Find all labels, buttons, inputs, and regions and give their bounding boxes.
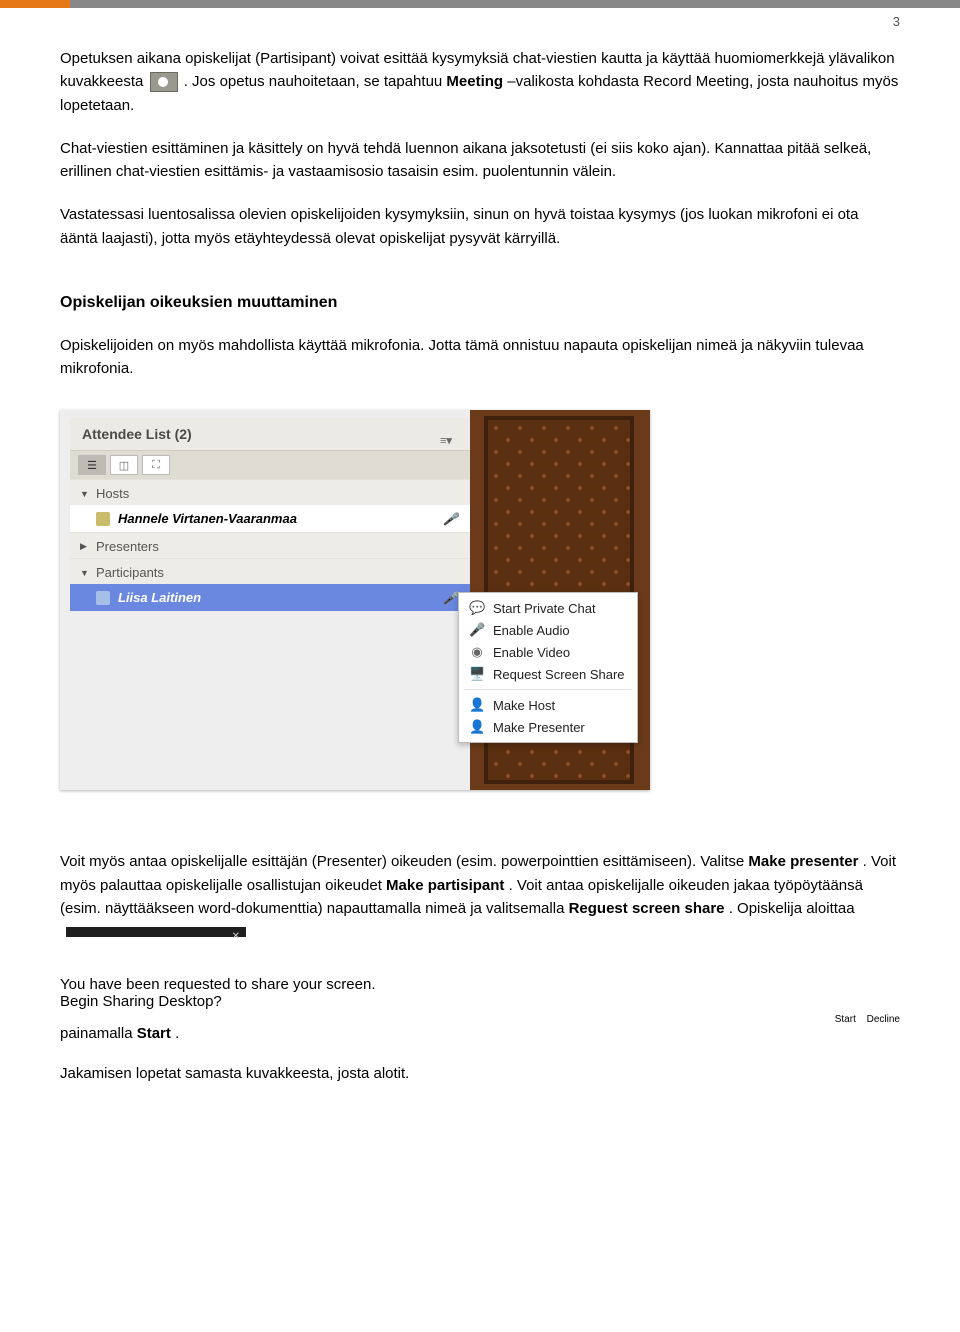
ctx-label: Enable Audio bbox=[493, 623, 570, 638]
status-toolbar-icon bbox=[150, 72, 178, 92]
chevron-down-icon: ▼ bbox=[80, 489, 90, 499]
share-popup-title: Begin Sharing Desktop? bbox=[60, 963, 900, 974]
header-bar bbox=[0, 0, 960, 8]
participant-row-selected[interactable]: Liisa Laitinen 🎤 bbox=[70, 584, 470, 611]
hosts-group-header[interactable]: ▼ Hosts bbox=[70, 479, 470, 505]
make-presenter-bold: Make presenter bbox=[748, 853, 858, 870]
chat-icon: 💬 bbox=[469, 600, 485, 616]
heading-rights: Opiskelijan oikeuksien muuttaminen bbox=[60, 294, 900, 312]
pod-title-text: Attendee List (2) bbox=[82, 426, 192, 442]
hosts-label: Hosts bbox=[96, 486, 129, 501]
view-grid-icon[interactable]: ◫ bbox=[110, 455, 138, 475]
presenter-icon: 👤 bbox=[469, 719, 485, 735]
context-menu: 💬 Start Private Chat 🎤 Enable Audio ◉ En… bbox=[458, 592, 638, 743]
share-popup-buttons: Start Decline bbox=[60, 1014, 900, 1025]
ctx-label: Make Host bbox=[493, 698, 555, 713]
share-popup-line1: You have been requested to share your sc… bbox=[60, 976, 900, 993]
ctx-make-host[interactable]: 👤 Make Host bbox=[459, 694, 637, 716]
page-number: 3 bbox=[60, 14, 900, 29]
view-toolbar: ☰ ◫ ⛶ bbox=[70, 451, 470, 479]
participant-name: Liisa Laitinen bbox=[118, 590, 201, 605]
ctx-enable-audio[interactable]: 🎤 Enable Audio bbox=[459, 619, 637, 641]
ctx-label: Enable Video bbox=[493, 645, 570, 660]
start-button[interactable]: Start bbox=[835, 1014, 856, 1025]
para5-e: painamalla bbox=[60, 1025, 137, 1042]
ctx-enable-video[interactable]: ◉ Enable Video bbox=[459, 641, 637, 663]
screen-share-icon: 🖥️ bbox=[469, 666, 485, 682]
share-popup-line2: Begin Sharing Desktop? bbox=[60, 993, 900, 1010]
microphone-icon: 🎤 bbox=[443, 591, 458, 605]
ctx-request-screen-share[interactable]: 🖥️ Request Screen Share bbox=[459, 663, 637, 685]
ctx-make-presenter[interactable]: 👤 Make Presenter bbox=[459, 716, 637, 738]
paragraph-5: Voit myös antaa opiskelijalle esittäjän … bbox=[60, 850, 900, 943]
para1-text-b: . Jos opetus nauhoitetaan, se tapahtuu bbox=[184, 73, 447, 90]
request-screen-share-bold: Reguest screen share bbox=[569, 900, 725, 917]
close-icon[interactable]: ✕ bbox=[232, 930, 240, 943]
para5-d: . Opiskelija aloittaa bbox=[729, 900, 855, 917]
presenters-label: Presenters bbox=[96, 539, 159, 554]
chevron-down-icon: ▼ bbox=[80, 568, 90, 578]
participants-group-header[interactable]: ▼ Participants bbox=[70, 558, 470, 584]
begin-sharing-popup: ✕ bbox=[66, 927, 246, 937]
host-row[interactable]: Hannele Virtanen-Vaaranmaa 🎤 bbox=[70, 505, 470, 532]
attendee-list-pod: Attendee List (2) ☰ ◫ ⛶ ▼ Hosts Hannele … bbox=[70, 418, 470, 611]
camera-icon: ◉ bbox=[469, 644, 485, 660]
microphone-icon: 🎤 bbox=[443, 512, 458, 526]
host-role-icon bbox=[96, 512, 110, 526]
host-name: Hannele Virtanen-Vaaranmaa bbox=[118, 511, 297, 526]
participants-label: Participants bbox=[96, 565, 164, 580]
participant-role-icon bbox=[96, 591, 110, 605]
paragraph-2: Chat-viestien esittäminen ja käsittely o… bbox=[60, 137, 900, 184]
pod-menu-icon[interactable] bbox=[440, 431, 458, 437]
ctx-label: Request Screen Share bbox=[493, 667, 625, 682]
decline-button[interactable]: Decline bbox=[867, 1014, 900, 1025]
presenters-group-header[interactable]: ▶ Presenters bbox=[70, 532, 470, 558]
para5-f: . bbox=[175, 1025, 179, 1042]
paragraph-6: Jakamisen lopetat samasta kuvakkeesta, j… bbox=[60, 1062, 900, 1085]
pod-title-bar: Attendee List (2) bbox=[70, 418, 470, 451]
para5-a: Voit myös antaa opiskelijalle esittäjän … bbox=[60, 853, 748, 870]
attendee-list-screenshot: Attendee List (2) ☰ ◫ ⛶ ▼ Hosts Hannele … bbox=[60, 410, 650, 790]
ctx-label: Start Private Chat bbox=[493, 601, 596, 616]
meeting-bold: Meeting bbox=[446, 73, 503, 90]
paragraph-1: Opetuksen aikana opiskelijat (Partisipan… bbox=[60, 47, 900, 117]
chevron-right-icon: ▶ bbox=[80, 541, 90, 552]
microphone-icon: 🎤 bbox=[469, 622, 485, 638]
view-list-icon[interactable]: ☰ bbox=[78, 455, 106, 475]
host-icon: 👤 bbox=[469, 697, 485, 713]
make-partisipant-bold: Make partisipant bbox=[386, 877, 504, 894]
start-bold: Start bbox=[137, 1025, 171, 1042]
paragraph-4: Opiskelijoiden on myös mahdollista käytt… bbox=[60, 334, 900, 381]
ctx-label: Make Presenter bbox=[493, 720, 585, 735]
view-status-icon[interactable]: ⛶ bbox=[142, 455, 170, 475]
divider bbox=[465, 689, 631, 690]
paragraph-3: Vastatessasi luentosalissa olevien opisk… bbox=[60, 203, 900, 250]
ctx-start-private-chat[interactable]: 💬 Start Private Chat bbox=[459, 597, 637, 619]
